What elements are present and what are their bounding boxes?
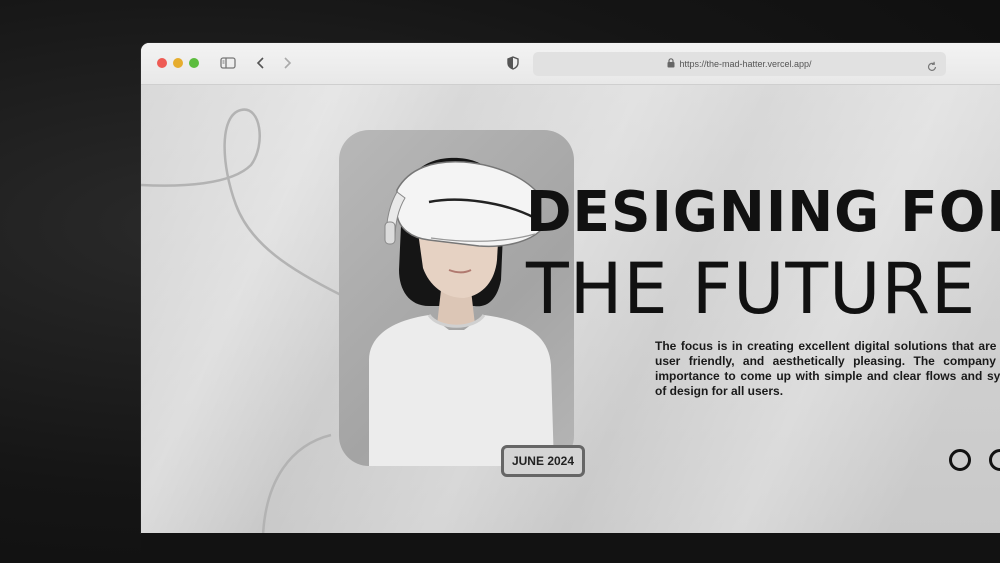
reload-icon[interactable] [926,58,938,82]
chevron-left-icon[interactable] [251,53,271,73]
shield-icon[interactable] [503,53,523,73]
chevron-right-icon[interactable] [277,53,297,73]
hero-section: JUNE 2024 DESIGNING FOR THE FUTURE The f… [141,85,1000,533]
hero-description: The focus is in creating excellent digit… [655,339,1000,398]
url-text: https://the-mad-hatter.vercel.app/ [679,59,812,69]
desk-surface [141,533,1000,563]
address-bar[interactable]: https://the-mad-hatter.vercel.app/ [533,52,946,76]
headline-line-1: DESIGNING FOR [526,180,1000,245]
carousel-dot-icon[interactable] [949,449,971,471]
date-badge: JUNE 2024 [501,445,585,477]
maximize-window-button[interactable] [189,58,199,68]
close-window-button[interactable] [157,58,167,68]
lock-icon [667,53,675,77]
browser-window: https://the-mad-hatter.vercel.app/ JUNE … [141,43,1000,533]
browser-toolbar: https://the-mad-hatter.vercel.app/ [141,43,1000,85]
sidebar-icon[interactable] [218,53,238,73]
headline-line-2: THE FUTURE [526,248,977,330]
minimize-window-button[interactable] [173,58,183,68]
